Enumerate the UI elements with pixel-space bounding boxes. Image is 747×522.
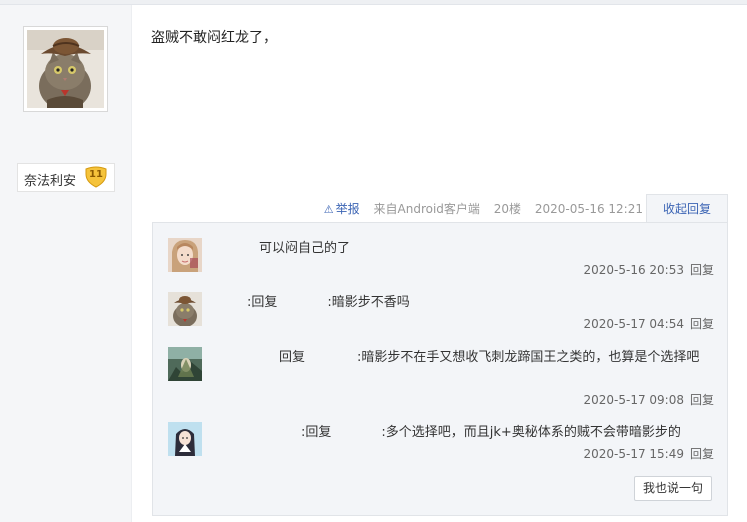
reply-body: 可以闷自己的了 (259, 241, 351, 256)
reply-time: 2020-5-17 15:49 (583, 447, 684, 461)
reply-panel: 可以闷自己的了 2020-5-16 20:53 回复 :回复:暗影步不香吗 202… (152, 222, 728, 516)
reply-button[interactable]: 回复 (690, 447, 714, 461)
reply-text: :回复:多个选择吧，而且jk+奥秘体系的贼不会带暗影步的 (213, 422, 713, 443)
reply-avatar[interactable] (168, 292, 202, 326)
redacted-username (213, 243, 259, 255)
cowboy-cat-avatar (168, 292, 202, 326)
reply-word: 回复 (305, 425, 332, 440)
reply-meta: 2020-5-16 20:53 回复 (583, 261, 714, 278)
reply-item: :回复:暗影步不香吗 2020-5-17 04:54 回复 (168, 292, 714, 334)
reply-avatar[interactable] (168, 422, 202, 456)
reply-word: 回复 (279, 350, 306, 365)
post-datetime: 2020-05-16 12:21 (534, 202, 643, 216)
reply-button[interactable]: 回复 (690, 317, 714, 331)
reply-word: 回复 (251, 295, 278, 310)
author-name[interactable]: 奈法利安 (24, 170, 76, 189)
reply-time: 2020-5-16 20:53 (583, 263, 684, 277)
reply-avatar[interactable] (168, 238, 202, 272)
level-number: 11 (89, 169, 103, 180)
post-tail: ⚠ 举报 来自Android客户端 20楼 2020-05-16 12:21 (314, 200, 643, 217)
author-avatar[interactable] (23, 26, 108, 112)
redacted-username (213, 297, 247, 309)
reply-meta: 2020-5-17 15:49 回复 (583, 445, 714, 462)
add-reply-button[interactable]: 我也说一句 (634, 476, 712, 501)
reply-item: 回复 :暗影步不在手又想收飞刺龙蹄国王之类的，也算是个选择吧 2020-5-17 … (168, 347, 714, 409)
reply-body: :暗影步不香吗 (327, 295, 410, 310)
redacted-target (331, 427, 381, 439)
reply-avatar[interactable] (168, 347, 202, 381)
reply-text: 回复 :暗影步不在手又想收飞刺龙蹄国王之类的，也算是个选择吧 (213, 347, 713, 368)
collapse-replies-button[interactable]: 收起回复 (646, 194, 728, 223)
reply-button[interactable]: 回复 (690, 263, 714, 277)
reply-text: :回复:暗影步不香吗 (213, 292, 713, 313)
report-link[interactable]: ⚠ 举报 (314, 202, 360, 216)
anime-girl-avatar (168, 422, 202, 456)
redacted-target (277, 297, 327, 309)
reply-button[interactable]: 回复 (690, 393, 714, 407)
reply-item: 可以闷自己的了 2020-5-16 20:53 回复 (168, 238, 714, 280)
reply-body: :多个选择吧，而且jk+奥秘体系的贼不会带暗影步的 (381, 425, 681, 440)
reply-text: 可以闷自己的了 (213, 238, 713, 259)
warrior-avatar (168, 347, 202, 381)
girl-avatar (168, 238, 202, 272)
reply-time: 2020-5-17 09:08 (583, 393, 684, 407)
reply-item: :回复:多个选择吧，而且jk+奥秘体系的贼不会带暗影步的 2020-5-17 1… (168, 422, 714, 464)
author-card: 奈法利安 11 (17, 163, 115, 192)
post-content: 盗贼不敢闷红龙了， (151, 30, 277, 46)
client-source: 来自Android客户端 (373, 202, 480, 216)
redacted-username (213, 427, 301, 439)
level-badge: 11 (84, 166, 108, 188)
author-column: 奈法利安 11 (0, 5, 132, 522)
floor-number: 20楼 (493, 202, 522, 216)
reply-body: :暗影步不在手又想收飞刺龙蹄国王之类的，也算是个选择吧 (357, 350, 700, 365)
redacted-username (213, 352, 279, 364)
cowboy-cat-avatar (27, 30, 104, 108)
report-label: 举报 (335, 202, 360, 216)
reply-meta: 2020-5-17 04:54 回复 (583, 315, 714, 332)
redacted-target (305, 352, 357, 364)
reply-time: 2020-5-17 04:54 (583, 317, 684, 331)
reply-meta: 2020-5-17 09:08 回复 (583, 391, 714, 408)
warning-icon: ⚠ (323, 203, 334, 216)
